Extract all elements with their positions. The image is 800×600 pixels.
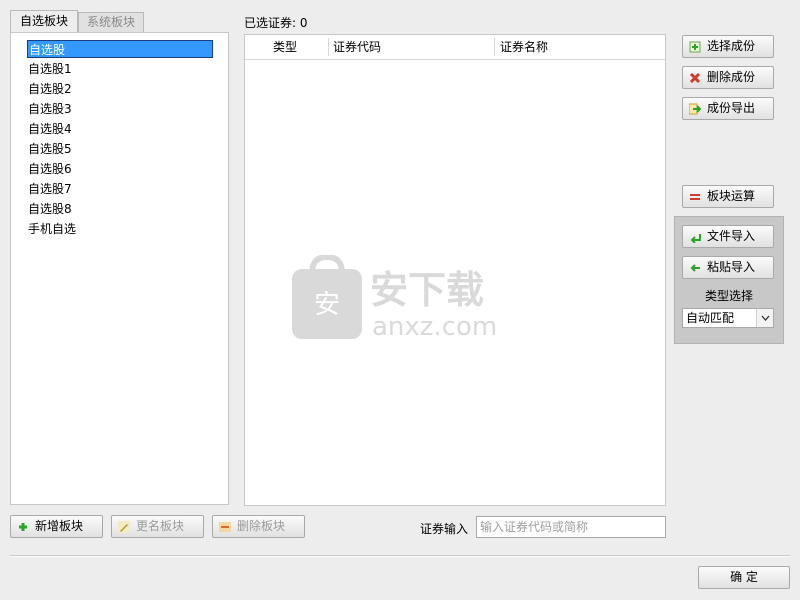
paste-import-button[interactable]: 粘贴导入	[682, 256, 774, 279]
export-components-button[interactable]: 成份导出	[682, 97, 774, 120]
export-arrow-icon	[689, 103, 701, 115]
security-input-label: 证券输入	[420, 522, 469, 536]
tab-system-blocks[interactable]: 系统板块	[78, 12, 144, 32]
pencil-icon	[118, 520, 130, 533]
select-components-label: 选择成份	[707, 39, 756, 53]
equals-icon	[689, 191, 701, 203]
column-header-name[interactable]: 证券名称	[500, 35, 548, 59]
export-components-label: 成份导出	[707, 101, 756, 115]
file-import-button[interactable]: 文件导入	[682, 225, 774, 248]
delete-block-label: 删除板块	[237, 519, 286, 533]
minus-icon	[219, 521, 231, 533]
delete-block-button[interactable]: 删除板块	[212, 515, 305, 538]
delete-components-button[interactable]: 删除成份	[682, 66, 774, 89]
block-item[interactable]: 自选股2	[27, 80, 213, 98]
block-operation-button[interactable]: 板块运算	[682, 185, 774, 208]
block-item[interactable]: 自选股8	[27, 200, 213, 218]
block-item[interactable]: 自选股5	[27, 140, 213, 158]
selected-securities-count: 已选证券: 0	[244, 16, 308, 30]
divider	[10, 556, 790, 557]
block-item[interactable]: 自选股7	[27, 180, 213, 198]
rename-block-button[interactable]: 更名板块	[111, 515, 204, 538]
column-divider	[328, 38, 329, 56]
type-select-dropdown[interactable]: 自动匹配	[682, 308, 774, 328]
svg-text:anxz.com: anxz.com	[372, 312, 497, 342]
security-input[interactable]	[476, 516, 666, 538]
file-import-label: 文件导入	[707, 229, 756, 243]
column-header-type[interactable]: 类型	[273, 35, 297, 59]
watermark-logo: 安 安下载 anxz.com	[290, 253, 510, 348]
confirm-label: 确 定	[730, 570, 758, 584]
type-select-label: 类型选择	[704, 289, 753, 303]
chevron-down-icon[interactable]	[756, 309, 773, 327]
column-header-code[interactable]: 证券代码	[333, 35, 381, 59]
table-header: 类型 证券代码 证券名称	[245, 35, 665, 60]
block-operation-label: 板块运算	[707, 189, 756, 203]
paste-import-label: 粘贴导入	[707, 260, 756, 274]
add-block-button[interactable]: 新增板块	[10, 515, 103, 538]
block-item[interactable]: 手机自选	[27, 220, 213, 238]
svg-text:安: 安	[314, 290, 340, 320]
block-item[interactable]: 自选股3	[27, 100, 213, 118]
block-list[interactable]: 自选股 自选股1 自选股2 自选股3 自选股4 自选股5 自选股6 自选股7 自…	[10, 32, 229, 505]
plus-icon	[17, 521, 29, 533]
confirm-button[interactable]: 确 定	[698, 566, 790, 589]
block-item[interactable]: 自选股4	[27, 120, 213, 138]
type-select-value: 自动匹配	[686, 311, 735, 325]
delete-components-label: 删除成份	[707, 70, 756, 84]
block-item[interactable]: 自选股6	[27, 160, 213, 178]
block-item[interactable]: 自选股	[27, 40, 213, 58]
rename-block-label: 更名板块	[136, 519, 185, 533]
add-green-icon	[689, 41, 701, 53]
select-components-button[interactable]: 选择成份	[682, 35, 774, 58]
svg-text:安下载: 安下载	[370, 268, 484, 312]
delete-x-icon	[689, 72, 701, 84]
add-block-label: 新增板块	[35, 519, 84, 533]
block-item[interactable]: 自选股1	[27, 60, 213, 78]
tab-custom-blocks[interactable]: 自选板块	[10, 10, 78, 33]
import-arrow-icon	[689, 231, 701, 243]
left-arrow-icon	[689, 262, 701, 274]
column-divider	[494, 38, 495, 56]
